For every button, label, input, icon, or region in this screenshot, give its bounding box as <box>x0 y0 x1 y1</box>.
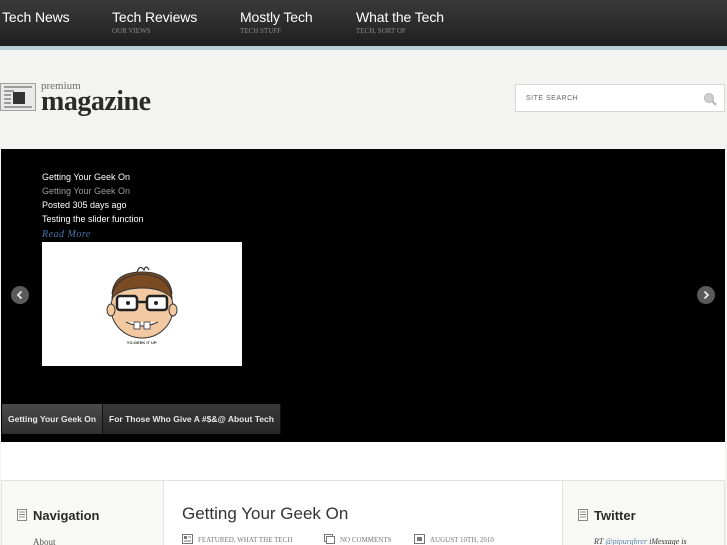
search-input[interactable] <box>526 90 696 106</box>
read-more-link[interactable]: Read More <box>42 229 91 240</box>
slider-tab-2[interactable]: For Those Who Give A #$&@ About Tech <box>103 404 281 434</box>
nav-item-title: Tech News <box>2 9 70 25</box>
slider-next-button[interactable] <box>697 286 715 304</box>
document-icon <box>578 509 588 521</box>
post-categories[interactable]: FEATURED, WHAT THE TECH <box>198 536 292 544</box>
slide-excerpt: Testing the slider function <box>42 214 144 224</box>
top-navigation: Tech News Tech Reviews OUR VIEWS Mostly … <box>0 0 727 46</box>
content-top-strip <box>1 442 725 480</box>
widget-title-navigation: Navigation <box>33 508 100 523</box>
chevron-right-icon <box>703 290 710 300</box>
nav-item-subtitle: TECH, SORT OF <box>356 27 406 35</box>
tweet-prefix: RT <box>594 537 604 545</box>
newspaper-icon <box>0 83 36 111</box>
document-icon <box>17 509 27 521</box>
slide-subtitle: Getting Your Geek On <box>42 186 131 196</box>
search-icon[interactable] <box>703 92 717 106</box>
nav-item-subtitle: OUR VIEWS <box>112 27 151 35</box>
nav-item-mostly-tech[interactable]: Mostly Tech TECH STUFF <box>240 9 313 35</box>
widget-title-twitter: Twitter <box>594 508 636 523</box>
tweet-body: iMessage is <box>649 537 687 545</box>
comments-icon <box>324 534 335 544</box>
nav-accent-line <box>0 46 727 50</box>
nav-item-title: What the Tech <box>356 9 444 25</box>
post-date: AUGUST 10TH, 2010 <box>430 536 494 544</box>
nav-item-subtitle: TECH STUFF <box>240 27 282 35</box>
site-logo[interactable]: premium magazine <box>0 80 180 120</box>
main-content: Getting Your Geek On FEATURED, WHAT THE … <box>163 480 563 545</box>
logo-big-text: magazine <box>41 86 151 117</box>
tweet-handle-link[interactable]: @pipurghrer <box>605 537 647 545</box>
nav-item-title: Mostly Tech <box>240 9 313 25</box>
slide-image-geek[interactable]: YO-GEEK IT UP. <box>42 242 242 366</box>
slider-tabs: Getting Your Geek On For Those Who Give … <box>2 404 281 434</box>
search-box <box>515 84 725 112</box>
chevron-left-icon <box>16 290 23 300</box>
sidebar-left: Navigation About <box>1 480 164 545</box>
post-comments[interactable]: NO COMMENTS <box>340 536 392 544</box>
slider-prev-button[interactable] <box>11 286 29 304</box>
category-icon <box>182 534 193 544</box>
sidebar-link-about[interactable]: About <box>33 537 56 545</box>
tweet-text: RT @pipurghrer iMessage is <box>594 537 687 545</box>
geek-cartoon-icon <box>106 266 178 339</box>
slide-title[interactable]: Getting Your Geek On <box>42 172 130 182</box>
sidebar-right: Twitter RT @pipurghrer iMessage is <box>562 480 725 545</box>
nav-item-tech-news[interactable]: Tech News <box>2 9 70 25</box>
slider-tab-1[interactable]: Getting Your Geek On <box>2 404 104 434</box>
calendar-icon <box>414 534 425 544</box>
featured-slider: Getting Your Geek On Getting Your Geek O… <box>1 149 725 442</box>
nav-item-what-the-tech[interactable]: What the Tech TECH, SORT OF <box>356 9 444 35</box>
slide-posted-date: Posted 305 days ago <box>42 200 127 210</box>
post-title[interactable]: Getting Your Geek On <box>182 504 348 524</box>
nav-item-title: Tech Reviews <box>112 9 198 25</box>
slide-image-caption: YO-GEEK IT UP. <box>126 340 158 345</box>
nav-item-tech-reviews[interactable]: Tech Reviews OUR VIEWS <box>112 9 197 35</box>
